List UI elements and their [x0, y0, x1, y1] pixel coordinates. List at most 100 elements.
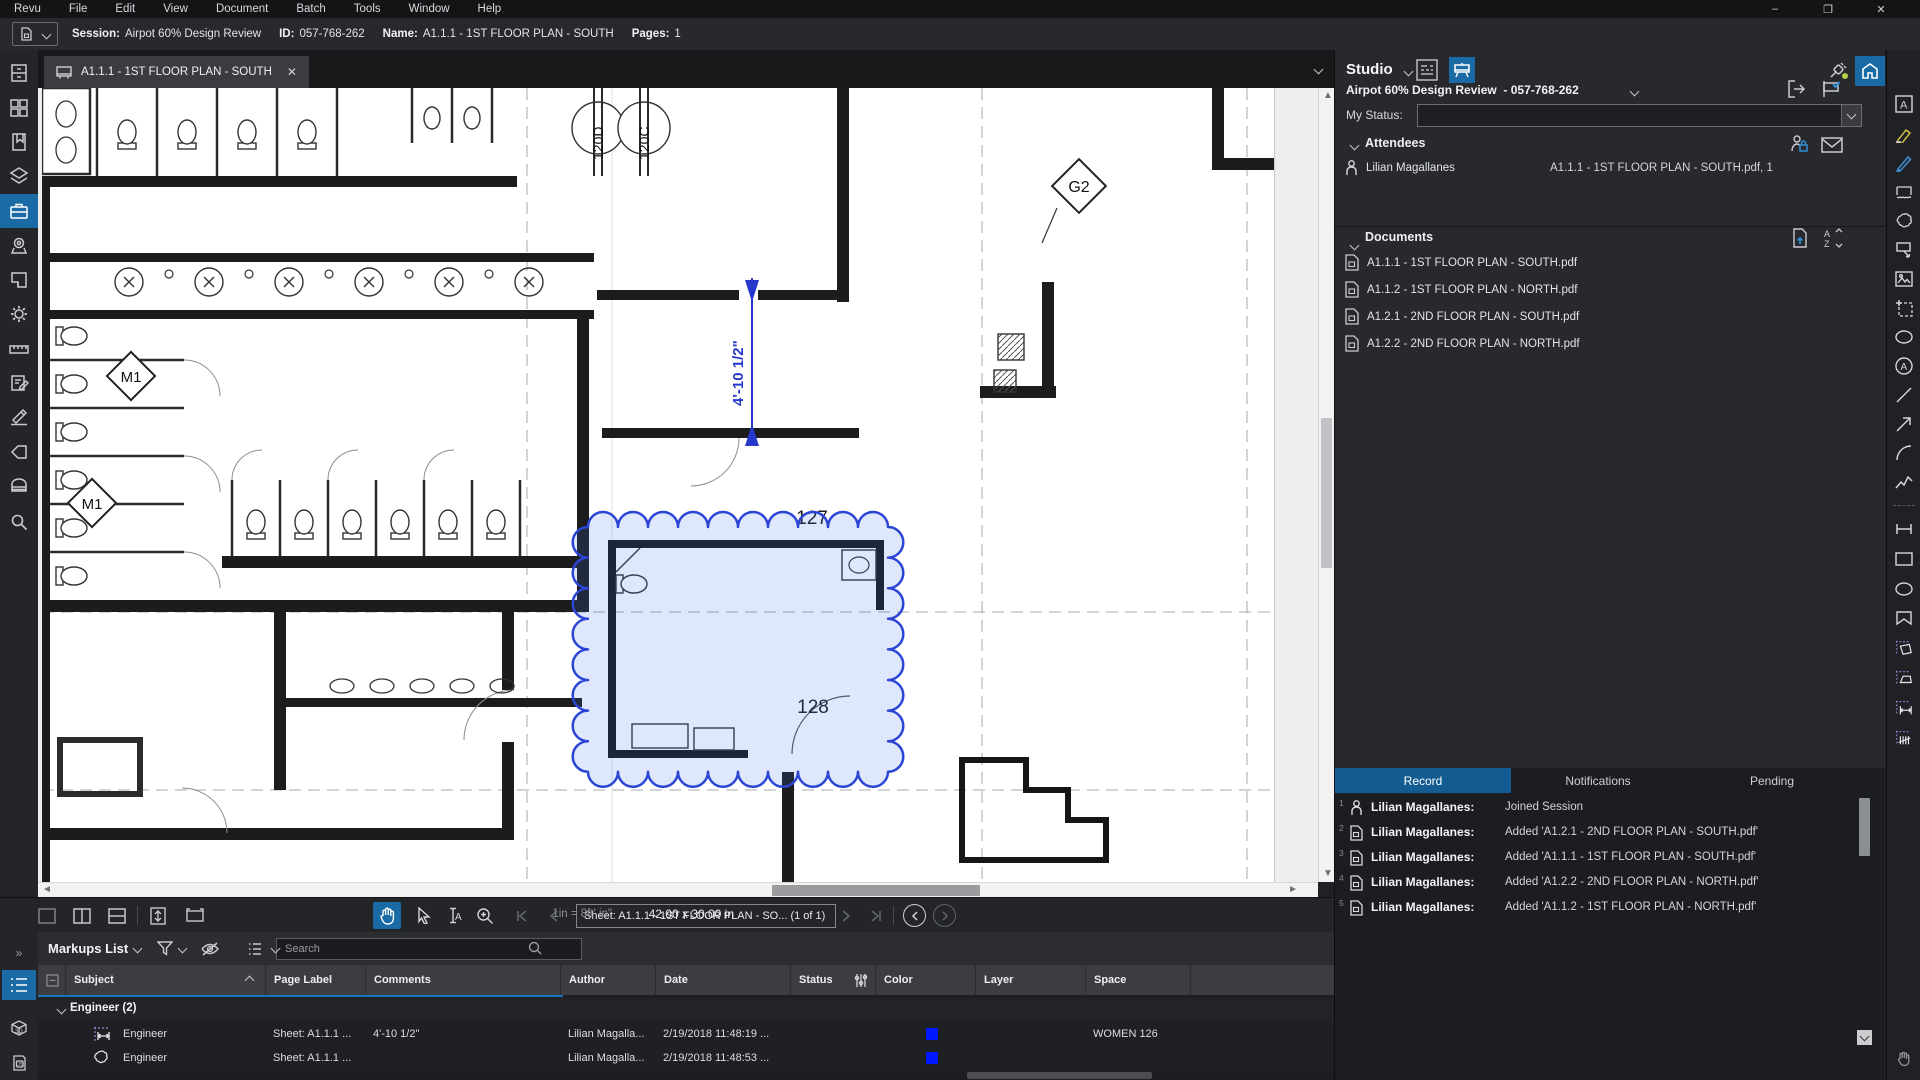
attendee-row[interactable]: Lilian Magallanes A1.1.1 - 1ST FLOOR PLA… — [1345, 160, 1455, 176]
menu-tools[interactable]: Tools — [340, 0, 395, 18]
session-name[interactable]: Airpot 60% Design Review - 057-768-262 — [1346, 83, 1579, 97]
column-header-space[interactable]: Space — [1085, 965, 1190, 995]
column-header-page-label[interactable]: Page Label — [265, 965, 365, 995]
menu-window[interactable]: Window — [395, 0, 464, 18]
cloud-markup[interactable] — [573, 512, 904, 787]
line-tool-icon[interactable] — [1895, 386, 1913, 404]
record-entry[interactable]: 1 Lilian Magallanes:Joined Session — [1335, 796, 1855, 821]
close-button[interactable]: ✕ — [1858, 0, 1904, 18]
ellipse-sketch-icon[interactable] — [1895, 580, 1913, 598]
cell-color-swatch[interactable] — [926, 1028, 938, 1040]
horizontal-scroll-thumb[interactable] — [772, 885, 980, 896]
horizontal-scrollbar[interactable]: ◄ ► — [38, 882, 1318, 898]
drawing-canvas[interactable]: G2 M1 M1 120D 120C 127 128 — [38, 88, 1334, 882]
pdf-page[interactable]: G2 M1 M1 120D 120C 127 128 — [42, 88, 1274, 882]
next-view-button[interactable] — [933, 904, 956, 927]
flags-icon[interactable] — [0, 435, 38, 469]
vertical-scrollbar[interactable]: ▲ ▼ — [1318, 88, 1334, 882]
my-status-dropdown-button[interactable] — [1841, 104, 1862, 127]
markups-panel-icon[interactable] — [1416, 59, 1438, 81]
hide-markups-icon[interactable] — [200, 941, 220, 957]
polygon-sketch-icon[interactable] — [1895, 609, 1913, 627]
rectangle-sketch-icon[interactable] — [1895, 550, 1913, 568]
menu-file[interactable]: File — [55, 0, 102, 18]
search-icon[interactable] — [0, 505, 38, 539]
record-entry[interactable]: 5 Lilian Magallanes:Added 'A1.1.2 - 1ST … — [1335, 896, 1855, 921]
column-header-color[interactable]: Color — [875, 965, 975, 995]
status-filter-icon[interactable] — [853, 973, 869, 988]
markups-list-title[interactable]: Markups List — [48, 941, 128, 956]
filter-icon[interactable] — [157, 941, 173, 956]
column-header-status[interactable]: Status — [790, 965, 875, 995]
leave-session-icon[interactable] — [1787, 80, 1807, 98]
fit-page-icon[interactable] — [144, 902, 172, 929]
row-icon-column-header[interactable] — [38, 965, 65, 995]
text-tool-icon[interactable]: A — [1895, 95, 1913, 113]
zoom-tool-icon[interactable] — [471, 902, 499, 929]
scroll-left-icon[interactable]: ◄ — [42, 884, 52, 896]
markup-summary-icon[interactable] — [0, 366, 38, 400]
markup-row[interactable]: Engineer Sheet: A1.1.1 ... 4'-10 1/2" Li… — [38, 1022, 1334, 1046]
chevron-down-icon[interactable] — [178, 944, 188, 954]
finish-session-icon[interactable] — [1821, 80, 1843, 98]
tab-list-chevron-icon[interactable] — [1314, 65, 1324, 75]
3d-model-tree-icon[interactable]: 3D — [2, 1014, 36, 1044]
measure-tool-icon[interactable] — [1895, 520, 1913, 538]
studio-session-icon[interactable] — [1449, 57, 1475, 83]
previous-view-button[interactable] — [903, 904, 926, 927]
menu-edit[interactable]: Edit — [101, 0, 149, 18]
documents-section-title[interactable]: Documents — [1365, 230, 1433, 244]
tool-chest-icon[interactable] — [0, 194, 38, 228]
scroll-down-icon[interactable]: ▼ — [1323, 868, 1333, 880]
image-tool-icon[interactable] — [1895, 270, 1913, 288]
tab-close-icon[interactable]: ✕ — [287, 65, 297, 79]
panel-access-icon[interactable] — [1895, 1050, 1913, 1068]
scroll-right-icon[interactable]: ► — [1288, 884, 1298, 896]
record-entry[interactable]: 4 Lilian Magallanes:Added 'A1.2.2 - 2ND … — [1335, 871, 1855, 896]
fit-width-icon[interactable] — [181, 902, 209, 929]
document-tab[interactable]: A1.1.1 - 1ST FLOOR PLAN - SOUTH ✕ — [44, 56, 309, 88]
next-page-icon[interactable] — [832, 902, 860, 929]
properties-icon[interactable] — [0, 297, 38, 331]
record-entry[interactable]: 3 Lilian Magallanes:Added 'A1.1.1 - 1ST … — [1335, 846, 1855, 871]
tab-pending[interactable]: Pending — [1685, 768, 1859, 793]
section-collapse-icon[interactable] — [1350, 141, 1360, 151]
snapshot-tool-icon[interactable] — [1895, 299, 1913, 317]
markups-list-icon[interactable] — [2, 970, 36, 1000]
record-entry[interactable]: 2 Lilian Magallanes:Added 'A1.2.1 - 2ND … — [1335, 821, 1855, 846]
menu-batch[interactable]: Batch — [282, 0, 339, 18]
menu-help[interactable]: Help — [464, 0, 516, 18]
minimize-button[interactable]: – — [1752, 0, 1798, 18]
area-measurement-icon[interactable] — [1895, 639, 1913, 657]
ellipse-tool-icon[interactable] — [1895, 328, 1913, 346]
scroll-up-icon[interactable]: ▲ — [1323, 90, 1333, 102]
column-header-author[interactable]: Author — [560, 965, 655, 995]
length-measurement-tool-icon[interactable] — [1895, 699, 1913, 717]
perimeter-measurement-icon[interactable] — [1895, 669, 1913, 687]
column-header-date[interactable]: Date — [655, 965, 790, 995]
cell-color-swatch[interactable] — [926, 1052, 938, 1064]
vertical-scroll-thumb[interactable] — [1321, 418, 1332, 568]
last-page-icon[interactable] — [862, 902, 890, 929]
chevron-down-icon[interactable] — [1404, 67, 1414, 77]
split-vertical-icon[interactable] — [68, 902, 96, 929]
first-page-icon[interactable] — [508, 902, 536, 929]
tab-notifications[interactable]: Notifications — [1511, 768, 1685, 793]
document-list-item[interactable]: A1.1.2 - 1ST FLOOR PLAN - NORTH.pdf — [1345, 281, 1577, 298]
arc-tool-icon[interactable] — [1895, 444, 1913, 462]
bookmarks-icon[interactable] — [0, 125, 38, 159]
menu-revu[interactable]: Revu — [0, 0, 55, 18]
thumbnails-icon[interactable] — [0, 91, 38, 125]
studio-tab-icon[interactable] — [1855, 56, 1885, 86]
studio-title[interactable]: Studio — [1346, 61, 1393, 78]
document-list-item[interactable]: A1.1.1 - 1ST FLOOR PLAN - SOUTH.pdf — [1345, 254, 1577, 271]
chevron-down-icon[interactable] — [133, 944, 143, 954]
select-tool-icon[interactable] — [410, 902, 438, 929]
markup-row[interactable]: Engineer Sheet: A1.1.1 ... Lilian Magall… — [38, 1046, 1334, 1070]
document-menu-button[interactable] — [12, 22, 58, 46]
pan-tool-button[interactable] — [373, 902, 401, 929]
chevron-down-icon[interactable] — [1630, 87, 1640, 97]
split-horizontal-icon[interactable] — [103, 902, 131, 929]
sets-icon[interactable] — [0, 469, 38, 503]
highlight-tool-icon[interactable] — [1895, 125, 1913, 143]
